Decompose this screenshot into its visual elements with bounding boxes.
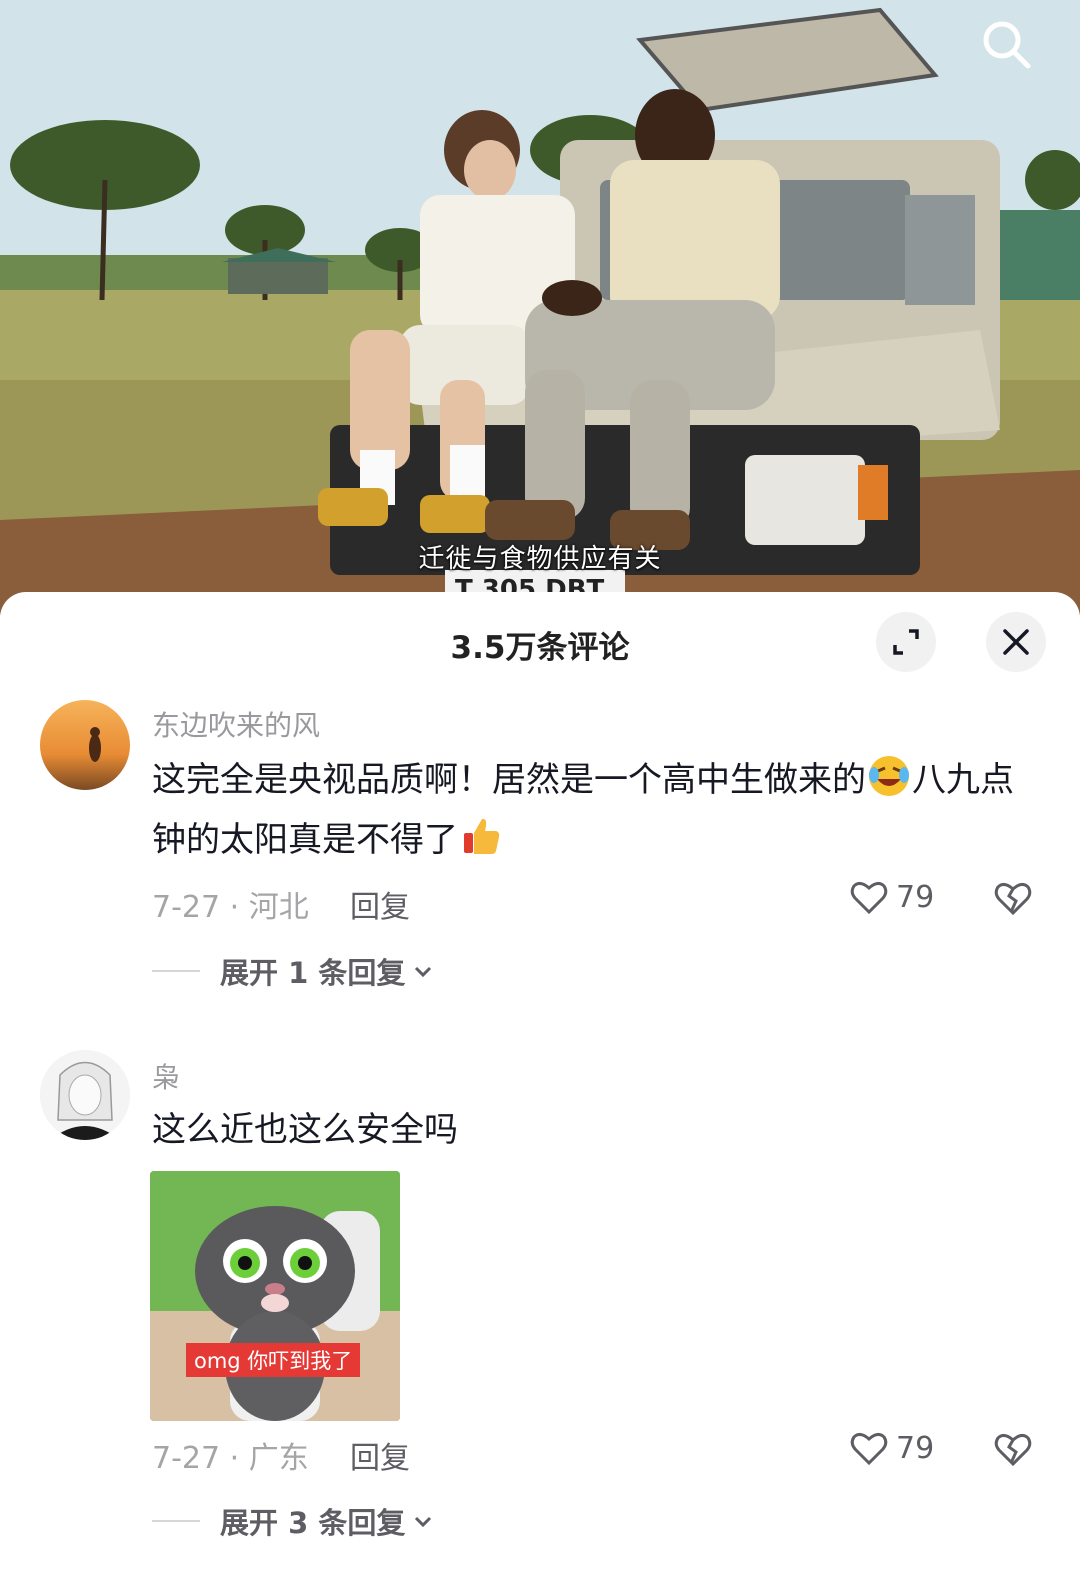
video-subtitle: 迁徙与食物供应有关: [418, 544, 662, 574]
broken-heart-icon: [994, 882, 1032, 916]
divider: [152, 1520, 200, 1522]
search-button[interactable]: [980, 18, 1036, 74]
expand-replies-button[interactable]: 展开 3 条回复: [152, 1500, 435, 1542]
comment-item: 东边吹来的风 这完全是央视品质啊！居然是一个高中生做来的 八九点钟的太阳真是不得了…: [0, 700, 1080, 1000]
expand-replies-button[interactable]: 展开 1 条回复: [152, 950, 435, 992]
expand-panel-button[interactable]: [876, 612, 936, 672]
reply-button[interactable]: 回复: [350, 1433, 410, 1477]
sticker-caption: omg 你吓到我了: [186, 1343, 361, 1377]
comment-item: 枭 这么近也这么安全吗 omg 你吓到我了 7-27 · 广东 回复 79 展开…: [0, 1050, 1080, 1570]
like-button[interactable]: 79: [848, 1427, 934, 1469]
comment-username[interactable]: 枭: [152, 1056, 180, 1096]
expand-replies-label: 展开 3 条回复: [220, 1506, 406, 1540]
like-count: 79: [896, 1430, 935, 1466]
comment-text: 这完全是央视品质啊！居然是一个高中生做来的 八九点钟的太阳真是不得了: [152, 750, 1032, 870]
expand-replies-label: 展开 1 条回复: [220, 956, 406, 990]
talking-tom-sticker: [150, 1171, 400, 1421]
search-icon: [983, 21, 1031, 69]
dislike-button[interactable]: [990, 1427, 1036, 1473]
laughing-crying-emoji-icon: [866, 753, 912, 799]
comments-header: 3.5万条评论: [0, 592, 1080, 692]
avatar[interactable]: [40, 1050, 130, 1140]
video-player[interactable]: T 305 DBT 迁徙与食物供应有关: [0, 0, 1080, 615]
video-frame-image: T 305 DBT: [0, 0, 1080, 615]
comment-text-part: 这完全是央视品质啊！居然是一个高中生做来的: [152, 760, 866, 800]
sticker-image[interactable]: omg 你吓到我了: [150, 1171, 400, 1421]
divider: [152, 970, 200, 972]
comment-text: 这么近也这么安全吗: [152, 1110, 458, 1150]
comment-username[interactable]: 东边吹来的风: [152, 704, 320, 744]
chevron-down-icon: [415, 1516, 432, 1528]
expand-icon: [893, 629, 919, 655]
like-count: 79: [896, 879, 935, 915]
comments-panel: 3.5万条评论 东边吹来的风 这完全是央视品质啊！居然是一个高中生做来的 八九点…: [0, 592, 1080, 1572]
avatar[interactable]: [40, 700, 130, 790]
close-icon: [1003, 629, 1029, 655]
broken-heart-icon: [994, 1433, 1032, 1467]
heart-icon: [850, 1432, 888, 1466]
dislike-button[interactable]: [990, 876, 1036, 922]
comment-date-location: 7-27 · 河北: [152, 890, 309, 925]
chevron-down-icon: [415, 966, 432, 978]
like-button[interactable]: 79: [848, 876, 934, 918]
close-panel-button[interactable]: [986, 612, 1046, 672]
thumbs-up-emoji-icon: [458, 813, 504, 859]
reply-button[interactable]: 回复: [350, 882, 410, 926]
comment-date-location: 7-27 · 广东: [152, 1441, 309, 1476]
heart-icon: [850, 881, 888, 915]
